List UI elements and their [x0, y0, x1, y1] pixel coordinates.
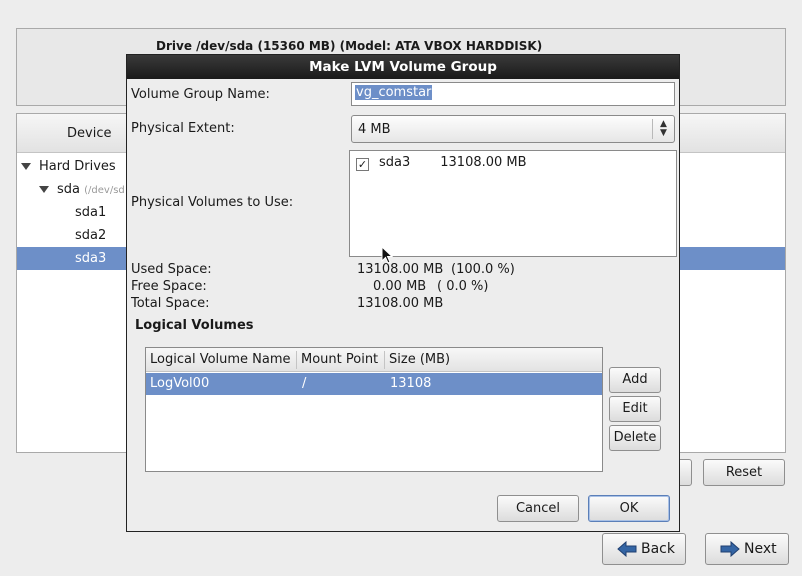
- lv-column-size[interactable]: Size (MB): [389, 348, 450, 372]
- table-row[interactable]: LogVol00 / 13108: [146, 373, 602, 395]
- add-button[interactable]: Add: [609, 367, 661, 393]
- device-header-label: Device: [67, 126, 112, 141]
- drive-title: Drive /dev/sda (15360 MB) (Model: ATA VB…: [156, 39, 543, 53]
- cancel-button-label: Cancel: [515, 501, 561, 516]
- make-lvm-volume-group-dialog: Make LVM Volume Group Volume Group Name:…: [126, 54, 680, 532]
- logical-volumes-table[interactable]: Logical Volume Name Mount Point Size (MB…: [145, 347, 603, 472]
- lv-table-header: Logical Volume Name Mount Point Size (MB…: [146, 348, 602, 372]
- tree-row-label: sda3: [75, 251, 107, 266]
- reset-button-label: Reset: [725, 465, 763, 480]
- next-arrow-icon: [720, 541, 740, 557]
- free-space-value: 0.00 MB: [373, 279, 427, 294]
- physical-extent-label: Physical Extent:: [131, 121, 235, 136]
- pv-name: sda3: [379, 155, 411, 170]
- vg-name-input[interactable]: vg_comstar: [351, 82, 675, 106]
- tree-row-label: sda2: [75, 228, 107, 243]
- next-button-label: Next: [744, 541, 777, 557]
- tree-row-label: sda1: [75, 205, 107, 220]
- pv-item-sda3[interactable]: ✓ sda3 13108.00 MB: [356, 155, 527, 171]
- back-button-label: Back: [641, 541, 675, 557]
- used-space-value: 13108.00 MB: [357, 262, 444, 277]
- free-space-label: Free Space:: [131, 279, 207, 294]
- logical-volumes-heading: Logical Volumes: [135, 318, 254, 333]
- physical-volumes-label: Physical Volumes to Use:: [131, 195, 294, 210]
- expander-down-icon[interactable]: [39, 186, 49, 193]
- physical-extent-value: 4 MB: [358, 122, 391, 137]
- expander-down-icon[interactable]: [21, 163, 31, 170]
- ok-button-label: OK: [619, 501, 639, 516]
- next-button[interactable]: Next: [705, 533, 789, 565]
- edit-button[interactable]: Edit: [609, 396, 661, 422]
- vg-name-label: Volume Group Name:: [131, 87, 270, 102]
- physical-extent-select[interactable]: 4 MB ▲ ▼: [351, 115, 675, 143]
- physical-volumes-list[interactable]: ✓ sda3 13108.00 MB: [349, 150, 677, 257]
- back-arrow-icon: [617, 541, 637, 557]
- total-space-label: Total Space:: [131, 296, 210, 311]
- used-space-label: Used Space:: [131, 262, 212, 277]
- tree-row-sublabel: (/dev/sd: [84, 185, 125, 196]
- reset-button[interactable]: Reset: [703, 459, 785, 486]
- tree-row-label: Hard Drives: [39, 159, 116, 174]
- lv-size-cell: 13108: [390, 376, 432, 391]
- pv-checkbox[interactable]: ✓: [356, 158, 369, 171]
- edit-button-label: Edit: [622, 401, 648, 416]
- lv-name-cell: LogVol00: [150, 376, 210, 391]
- back-button[interactable]: Back: [602, 533, 686, 565]
- spin-arrows-icon: ▲ ▼: [652, 119, 674, 139]
- used-space-percent: (100.0 %): [451, 262, 515, 277]
- column-divider: [384, 351, 385, 369]
- vg-name-value: vg_comstar: [355, 85, 433, 100]
- delete-button-label: Delete: [613, 430, 657, 445]
- lv-mount-cell: /: [302, 376, 307, 391]
- delete-button[interactable]: Delete: [609, 425, 661, 451]
- add-button-label: Add: [622, 372, 648, 387]
- cancel-button[interactable]: Cancel: [497, 495, 579, 522]
- tree-row-label: sda: [57, 182, 80, 197]
- free-space-percent: ( 0.0 %): [437, 279, 489, 294]
- lv-column-name[interactable]: Logical Volume Name: [150, 348, 291, 372]
- total-space-value: 13108.00 MB: [357, 296, 444, 311]
- mouse-pointer-icon: [381, 246, 393, 264]
- ok-button[interactable]: OK: [588, 495, 670, 522]
- pv-size: 13108.00 MB: [440, 155, 527, 170]
- column-divider: [296, 351, 297, 369]
- dialog-title: Make LVM Volume Group: [127, 55, 679, 79]
- lv-column-mount[interactable]: Mount Point: [301, 348, 378, 372]
